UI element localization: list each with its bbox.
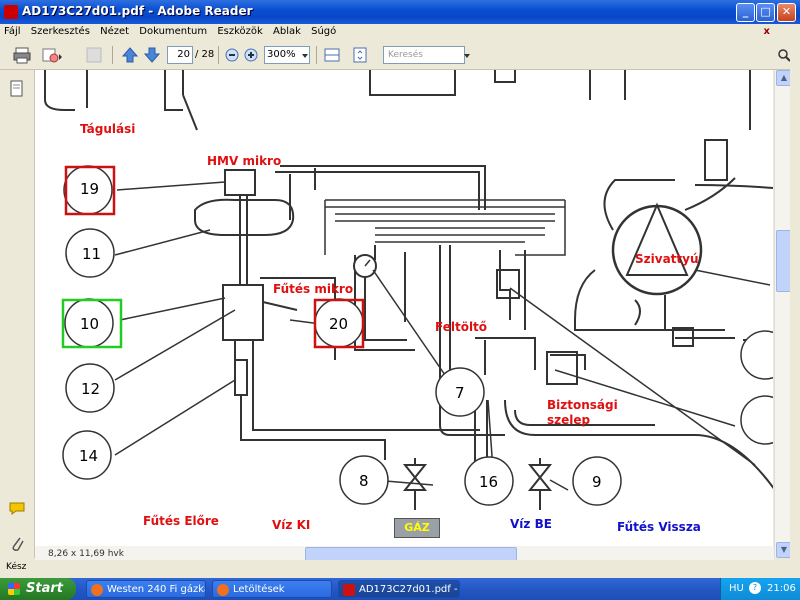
taskbar: Start Westen 240 Fi gázka... Letöltések … <box>0 578 800 600</box>
menu-file[interactable]: Fájl <box>1 24 24 39</box>
label-heating-return: Fűtés Vissza <box>617 520 701 534</box>
toolbar: 20 / 28 300% Keresés <box>0 41 800 70</box>
chevron-down-icon[interactable] <box>462 45 472 65</box>
attachment-icon[interactable] <box>9 534 25 556</box>
part-number-7: 7 <box>455 384 465 402</box>
label-water-in: Víz BE <box>510 517 552 531</box>
taskbar-item-label: Westen 240 Fi gázka... <box>107 584 205 595</box>
pdf-app-icon <box>4 5 18 19</box>
part-number-14: 14 <box>79 447 99 465</box>
right-frame <box>790 24 800 578</box>
window-title: AD173C27d01.pdf - Adobe Reader <box>22 4 253 18</box>
label-filler: Feltöltő <box>435 320 488 334</box>
menu-view[interactable]: Nézet <box>97 24 132 39</box>
zoom-in-icon[interactable] <box>241 45 261 65</box>
pdf-icon <box>343 584 355 596</box>
system-tray: HU ? 21:06 <box>720 578 800 600</box>
maximize-button[interactable]: □ <box>756 3 775 22</box>
navigation-panel <box>0 70 35 558</box>
status-text: Kész <box>6 562 27 572</box>
fit-width-icon[interactable] <box>322 45 342 65</box>
document-view[interactable]: 19 11 10 12 14 20 7 8 16 9 Tágulási HMV … <box>35 70 773 546</box>
label-safety-valve-2: szelep <box>547 413 591 427</box>
part-number-20: 20 <box>329 315 349 333</box>
print-icon[interactable] <box>12 45 32 65</box>
windows-logo-icon <box>8 583 20 595</box>
part-number-16: 16 <box>479 473 499 491</box>
toolbar-separator <box>218 46 219 64</box>
email-share-icon[interactable] <box>40 45 62 65</box>
label-heating-microswitch: Fűtés mikro <box>273 282 354 296</box>
part-number-12: 12 <box>81 380 101 398</box>
help-icon[interactable]: ? <box>749 582 761 594</box>
page-size-label: 8,26 x 11,69 hvk <box>48 549 124 559</box>
menu-bar: Fájl Szerkesztés Nézet Dokumentum Eszköz… <box>0 24 800 41</box>
clock: 21:06 <box>767 583 796 594</box>
label-heating-flow: Fűtés Előre <box>143 514 219 528</box>
firefox-icon <box>91 584 103 596</box>
language-indicator[interactable]: HU <box>729 583 744 594</box>
part-number-8: 8 <box>359 472 369 490</box>
taskbar-item-firefox[interactable]: Westen 240 Fi gázka... <box>86 580 206 598</box>
label-expansion-vessel: Tágulási <box>80 122 136 136</box>
minimize-button[interactable]: _ <box>736 3 755 22</box>
firefox-icon <box>217 584 229 596</box>
vertical-scrollbar[interactable]: ▲ ▼ <box>774 70 792 558</box>
start-button[interactable]: Start <box>0 578 76 600</box>
taskbar-item-label: AD173C27d01.pdf - ... <box>359 584 460 595</box>
toolbar-separator <box>316 46 317 64</box>
start-label: Start <box>26 581 63 596</box>
menu-document[interactable]: Dokumentum <box>136 24 210 39</box>
part-number-19: 19 <box>80 180 100 198</box>
adobe-reader-window: AD173C27d01.pdf - Adobe Reader _ □ ✕ Fáj… <box>0 0 800 578</box>
document-close-icon[interactable]: x <box>764 26 770 37</box>
next-page-icon[interactable] <box>142 45 162 65</box>
menu-window[interactable]: Ablak <box>270 24 304 39</box>
close-button[interactable]: ✕ <box>777 3 796 22</box>
page-number-input[interactable]: 20 <box>167 46 193 64</box>
label-pump: Szivattyú <box>635 252 699 266</box>
horizontal-scroll-thumb[interactable] <box>305 547 517 561</box>
fit-page-icon[interactable] <box>350 45 370 65</box>
zoom-out-icon[interactable] <box>222 45 242 65</box>
comments-icon[interactable] <box>9 500 25 519</box>
menu-help[interactable]: Súgó <box>308 24 339 39</box>
toolbar-separator <box>112 46 113 64</box>
page-count: / 28 <box>195 49 215 60</box>
part-number-9: 9 <box>592 473 602 491</box>
label-dhw-microswitch: HMV mikro <box>207 154 282 168</box>
menu-edit[interactable]: Szerkesztés <box>28 24 93 39</box>
boiler-schematic-diagram <box>44 70 773 510</box>
label-safety-valve-1: Biztonsági <box>547 398 618 412</box>
taskbar-item-downloads[interactable]: Letöltések <box>212 580 332 598</box>
menu-tools[interactable]: Eszközök <box>214 24 266 39</box>
status-bar: Kész <box>0 560 800 578</box>
part-number-11: 11 <box>82 245 102 263</box>
taskbar-item-label: Letöltések <box>233 584 285 595</box>
taskbar-item-adobe-reader[interactable]: AD173C27d01.pdf - ... <box>338 580 460 598</box>
pages-panel-icon[interactable] <box>9 80 25 102</box>
search-input[interactable]: Keresés <box>383 46 465 64</box>
label-gas: GÁZ <box>394 518 440 538</box>
previous-page-icon[interactable] <box>120 45 140 65</box>
part-number-10: 10 <box>80 315 100 333</box>
title-bar[interactable]: AD173C27d01.pdf - Adobe Reader _ □ ✕ <box>0 0 800 24</box>
disabled-tool-icon <box>84 45 104 65</box>
chevron-down-icon[interactable] <box>300 45 310 65</box>
horizontal-scrollbar[interactable] <box>35 546 774 561</box>
label-water-out: Víz KI <box>272 518 311 532</box>
